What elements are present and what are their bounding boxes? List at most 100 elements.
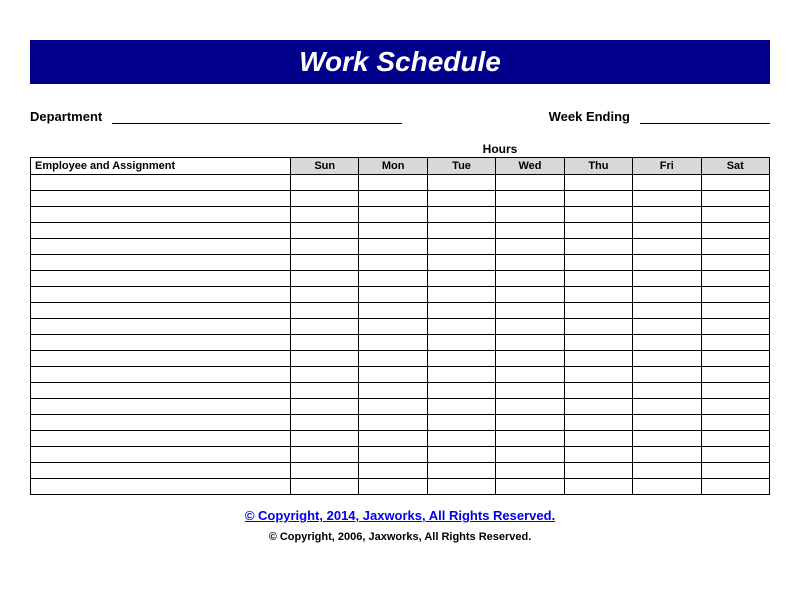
- table-cell[interactable]: [496, 223, 564, 239]
- table-cell[interactable]: [359, 447, 427, 463]
- table-cell[interactable]: [427, 431, 495, 447]
- table-cell[interactable]: [291, 351, 359, 367]
- table-cell[interactable]: [496, 207, 564, 223]
- table-cell[interactable]: [701, 335, 769, 351]
- table-cell[interactable]: [291, 239, 359, 255]
- table-cell[interactable]: [31, 383, 291, 399]
- table-cell[interactable]: [564, 223, 632, 239]
- table-cell[interactable]: [496, 463, 564, 479]
- table-cell[interactable]: [427, 351, 495, 367]
- table-cell[interactable]: [427, 303, 495, 319]
- table-cell[interactable]: [427, 415, 495, 431]
- table-cell[interactable]: [633, 223, 701, 239]
- table-cell[interactable]: [291, 223, 359, 239]
- table-cell[interactable]: [633, 271, 701, 287]
- table-cell[interactable]: [31, 271, 291, 287]
- table-cell[interactable]: [427, 239, 495, 255]
- table-cell[interactable]: [701, 399, 769, 415]
- table-cell[interactable]: [31, 431, 291, 447]
- table-cell[interactable]: [427, 383, 495, 399]
- table-cell[interactable]: [633, 303, 701, 319]
- table-cell[interactable]: [291, 287, 359, 303]
- table-cell[interactable]: [633, 431, 701, 447]
- table-cell[interactable]: [291, 367, 359, 383]
- table-cell[interactable]: [291, 415, 359, 431]
- table-cell[interactable]: [427, 479, 495, 495]
- table-cell[interactable]: [633, 255, 701, 271]
- table-cell[interactable]: [31, 175, 291, 191]
- table-cell[interactable]: [31, 367, 291, 383]
- table-cell[interactable]: [633, 191, 701, 207]
- table-cell[interactable]: [496, 287, 564, 303]
- table-cell[interactable]: [564, 303, 632, 319]
- table-cell[interactable]: [291, 335, 359, 351]
- table-cell[interactable]: [291, 431, 359, 447]
- table-cell[interactable]: [359, 223, 427, 239]
- table-cell[interactable]: [427, 447, 495, 463]
- table-cell[interactable]: [701, 447, 769, 463]
- table-cell[interactable]: [496, 479, 564, 495]
- table-cell[interactable]: [31, 399, 291, 415]
- table-cell[interactable]: [359, 191, 427, 207]
- table-cell[interactable]: [633, 415, 701, 431]
- table-cell[interactable]: [31, 287, 291, 303]
- table-cell[interactable]: [291, 319, 359, 335]
- table-cell[interactable]: [31, 191, 291, 207]
- table-cell[interactable]: [359, 239, 427, 255]
- table-cell[interactable]: [359, 415, 427, 431]
- table-cell[interactable]: [701, 367, 769, 383]
- table-cell[interactable]: [31, 207, 291, 223]
- table-cell[interactable]: [31, 319, 291, 335]
- table-cell[interactable]: [633, 207, 701, 223]
- table-cell[interactable]: [291, 303, 359, 319]
- table-cell[interactable]: [427, 255, 495, 271]
- table-cell[interactable]: [496, 335, 564, 351]
- department-input-line[interactable]: [112, 110, 402, 124]
- week-ending-input-line[interactable]: [640, 110, 770, 124]
- table-cell[interactable]: [359, 463, 427, 479]
- table-cell[interactable]: [564, 191, 632, 207]
- table-cell[interactable]: [496, 431, 564, 447]
- table-cell[interactable]: [496, 415, 564, 431]
- table-cell[interactable]: [427, 335, 495, 351]
- table-cell[interactable]: [427, 399, 495, 415]
- table-cell[interactable]: [701, 319, 769, 335]
- table-cell[interactable]: [701, 383, 769, 399]
- table-cell[interactable]: [564, 431, 632, 447]
- table-cell[interactable]: [291, 383, 359, 399]
- table-cell[interactable]: [31, 415, 291, 431]
- table-cell[interactable]: [701, 255, 769, 271]
- table-cell[interactable]: [427, 271, 495, 287]
- table-cell[interactable]: [359, 479, 427, 495]
- table-cell[interactable]: [701, 239, 769, 255]
- table-cell[interactable]: [496, 399, 564, 415]
- table-cell[interactable]: [31, 447, 291, 463]
- table-cell[interactable]: [564, 207, 632, 223]
- table-cell[interactable]: [564, 415, 632, 431]
- table-cell[interactable]: [564, 383, 632, 399]
- table-cell[interactable]: [291, 271, 359, 287]
- table-cell[interactable]: [291, 479, 359, 495]
- table-cell[interactable]: [701, 287, 769, 303]
- table-cell[interactable]: [564, 335, 632, 351]
- table-cell[interactable]: [633, 479, 701, 495]
- table-cell[interactable]: [359, 271, 427, 287]
- table-cell[interactable]: [496, 319, 564, 335]
- table-cell[interactable]: [291, 255, 359, 271]
- table-cell[interactable]: [359, 255, 427, 271]
- table-cell[interactable]: [701, 271, 769, 287]
- table-cell[interactable]: [564, 319, 632, 335]
- table-cell[interactable]: [633, 287, 701, 303]
- table-cell[interactable]: [701, 207, 769, 223]
- table-cell[interactable]: [496, 303, 564, 319]
- table-cell[interactable]: [564, 239, 632, 255]
- table-cell[interactable]: [564, 175, 632, 191]
- footer-link[interactable]: © Copyright, 2014, Jaxworks, All Rights …: [245, 508, 555, 523]
- table-cell[interactable]: [633, 447, 701, 463]
- table-cell[interactable]: [31, 303, 291, 319]
- table-cell[interactable]: [31, 255, 291, 271]
- table-cell[interactable]: [427, 367, 495, 383]
- table-cell[interactable]: [427, 175, 495, 191]
- table-cell[interactable]: [633, 367, 701, 383]
- table-cell[interactable]: [564, 447, 632, 463]
